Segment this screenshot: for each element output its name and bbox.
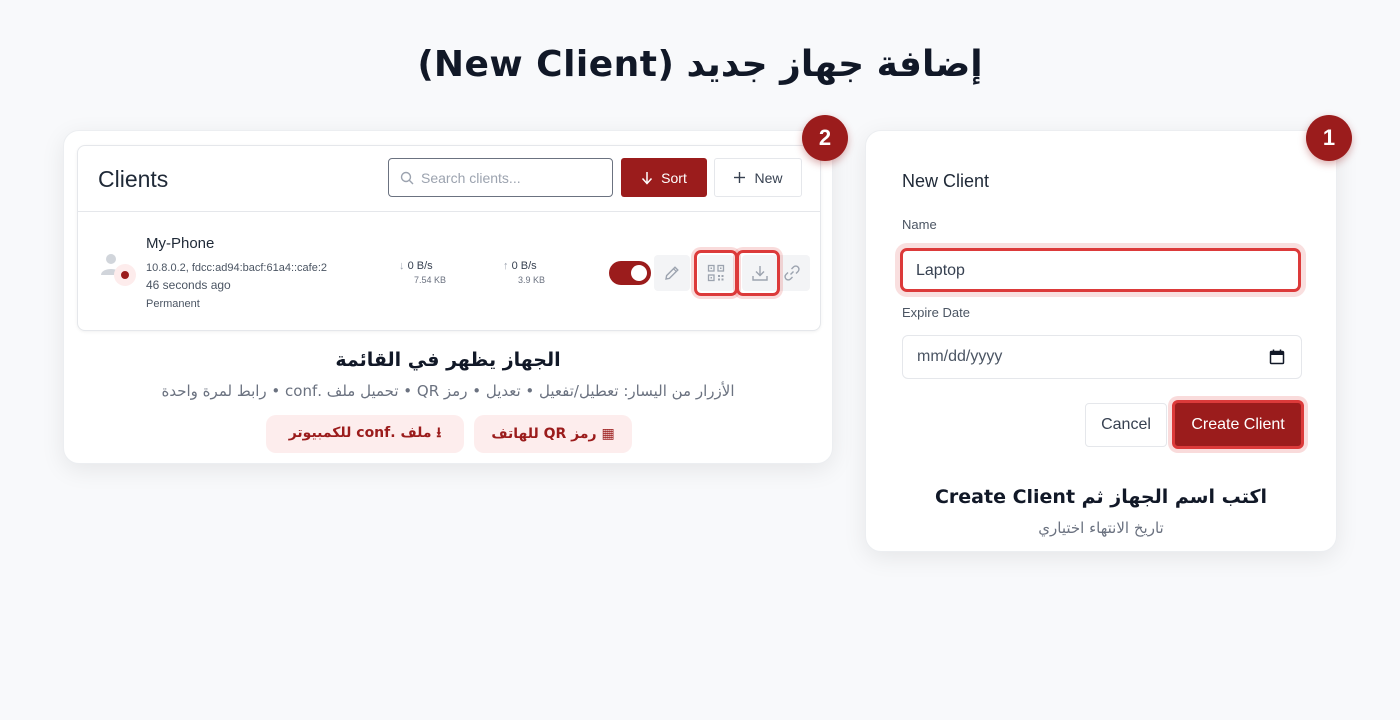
new-label: New [754,169,783,186]
step1-caption-title: اكتب اسم الجهاز ثم Create Client [934,486,1268,508]
status-indicator [114,264,136,286]
form-title: New Client [902,171,990,191]
clients-panel-header: Clients Sort New [78,146,820,212]
search-input[interactable] [421,167,606,189]
download-total: 7.54 KB [414,275,447,285]
page-title: إضافة جهاز جديد (New Client) [417,44,983,85]
link-icon [784,265,800,281]
arrow-down-icon [642,171,653,185]
new-client-form-card: New Client Name Expire Date mm/dd/yyyy C… [865,130,1337,552]
download-rate-value: 0 B/s [407,260,433,272]
name-label: Name [902,217,937,232]
step1-caption-sub: تاريخ الانتهاء اختياري [1038,519,1164,537]
qr-button-highlight [694,250,738,296]
edit-button[interactable] [654,255,690,291]
step-2-badge: 2 [802,115,848,161]
client-expiry: Permanent [146,298,200,310]
arrow-down-icon: ↓ [399,260,405,272]
search-box[interactable] [388,158,613,197]
upload-rate-value: 0 B/s [511,260,537,272]
step2-caption-sub: الأزرار من اليسار: تعطيل/تفعيل • تعديل •… [161,382,735,400]
expire-date-field[interactable]: mm/dd/yyyy [902,335,1302,379]
arrow-up-icon: ↑ [503,260,509,272]
step2-caption-title: الجهاز يظهر في القائمة [335,349,561,371]
expire-date-placeholder: mm/dd/yyyy [917,348,1003,365]
sort-label: Sort [661,169,687,186]
client-list-card: Clients Sort New [63,130,833,464]
new-client-button[interactable]: New [714,158,802,197]
search-icon [400,171,414,185]
name-input[interactable] [916,260,1276,282]
calendar-icon[interactable] [1269,349,1285,365]
client-address: 10.8.0.2, fdcc:ad94:bacf:61a4::cafe:2 [146,262,328,274]
upload-total: 3.9 KB [518,275,546,285]
name-field[interactable] [900,248,1301,292]
download-rate: ↓ 0 B/s 7.54 KB [399,260,446,285]
download-button-highlight [736,250,780,296]
enable-toggle[interactable] [609,261,651,285]
pencil-icon [665,266,679,280]
step-1-badge: 1 [1306,115,1352,161]
client-name: My-Phone [146,235,215,252]
client-last-seen: 46 seconds ago [146,278,231,292]
conf-chip: ⭳ ملف .conf للكمبيوتر [266,415,464,453]
sort-button[interactable]: Sort [621,158,707,197]
cancel-button[interactable]: Cancel [1085,403,1167,447]
qr-chip: ▦ رمز QR للهاتف [474,415,632,453]
clients-title: Clients [98,166,169,192]
plus-icon [734,172,746,183]
expire-date-label: Expire Date [902,305,970,320]
create-client-button[interactable]: Create Client [1172,400,1304,449]
clients-panel: Clients Sort New [77,145,821,331]
client-row: My-Phone 10.8.0.2, fdcc:ad94:bacf:61a4::… [78,213,820,331]
upload-rate: ↑ 0 B/s 3.9 KB [503,260,545,285]
